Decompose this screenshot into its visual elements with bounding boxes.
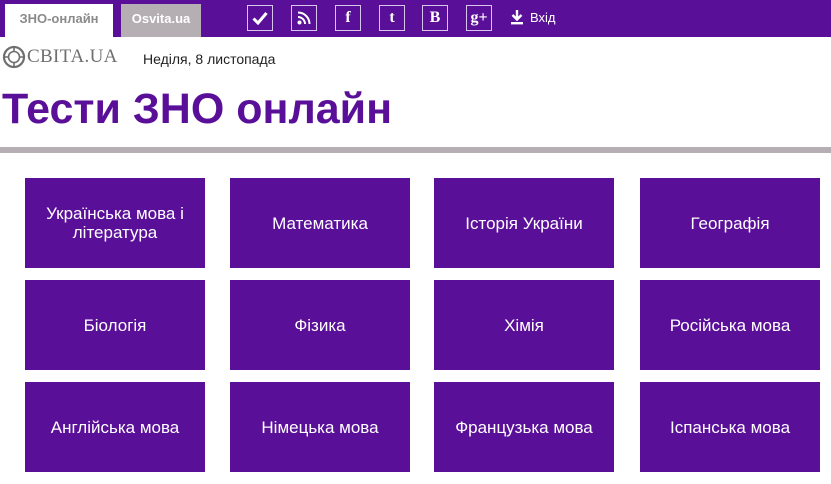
subject-button[interactable]: Географія (640, 178, 820, 268)
download-arrow-icon (511, 10, 523, 25)
top-navigation-bar: ЗНО-онлайн Osvita.ua f t B g+ Вхід (0, 0, 831, 37)
subject-button[interactable]: Українська мова і література (25, 178, 205, 268)
subject-button[interactable]: Хімія (434, 280, 614, 370)
login-link[interactable]: Вхід (510, 7, 556, 27)
tab-zno-online[interactable]: ЗНО-онлайн (5, 4, 113, 37)
osvita-logo[interactable]: СВІТА.UA (2, 43, 118, 71)
subject-button[interactable]: Математика (230, 178, 410, 268)
subject-button[interactable]: Англійська мова (25, 382, 205, 472)
vkontakte-icon[interactable]: B (422, 5, 448, 31)
google-plus-label: g+ (470, 9, 488, 26)
subject-button[interactable]: Біологія (25, 280, 205, 370)
rss-icon[interactable] (291, 5, 317, 31)
subject-button[interactable]: Історія України (434, 178, 614, 268)
current-date: Неділя, 8 листопада (143, 51, 276, 67)
facebook-icon[interactable]: f (335, 5, 361, 31)
twitter-icon[interactable]: t (379, 5, 405, 31)
logo-emblem-icon (2, 45, 26, 69)
subject-button[interactable]: Російська мова (640, 280, 820, 370)
subject-button[interactable]: Фізика (230, 280, 410, 370)
google-plus-icon[interactable]: g+ (466, 5, 492, 31)
tab-osvita[interactable]: Osvita.ua (121, 4, 201, 37)
login-label: Вхід (530, 9, 556, 25)
logo-text: СВІТА.UA (27, 46, 118, 67)
subject-button[interactable]: Іспанська мова (640, 382, 820, 472)
page-title: Тести ЗНО онлайн (2, 85, 393, 133)
subject-button[interactable]: Французька мова (434, 382, 614, 472)
check-icon[interactable] (247, 5, 273, 31)
subject-button[interactable]: Німецька мова (230, 382, 410, 472)
facebook-label: f (345, 9, 351, 26)
vkontakte-label: B (429, 9, 441, 26)
twitter-label: t (389, 9, 395, 26)
header-divider (0, 147, 831, 153)
